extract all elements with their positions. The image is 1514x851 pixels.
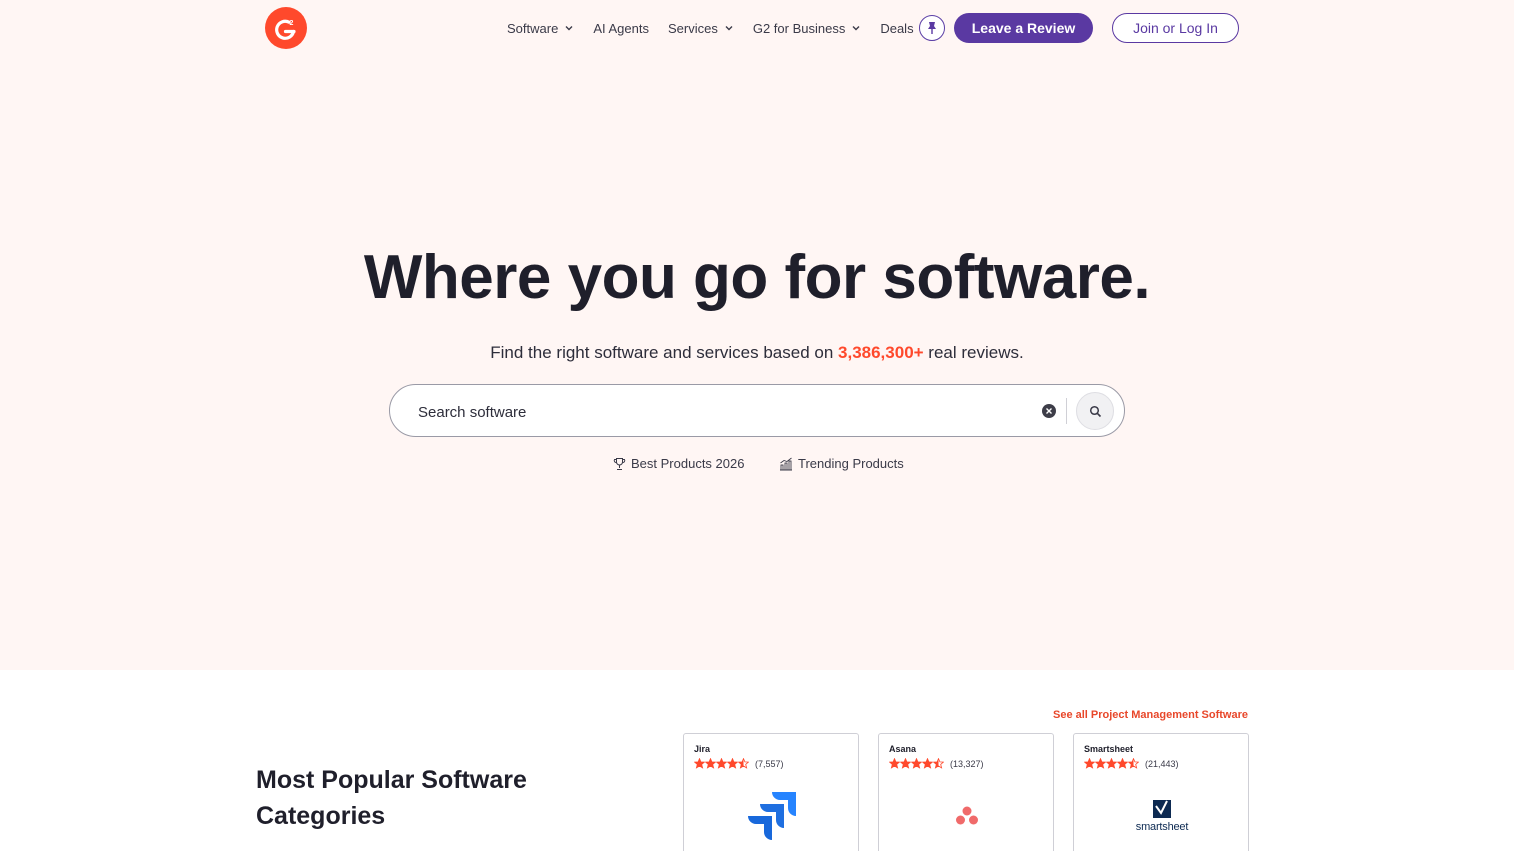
product-card-smartsheet[interactable]: Smartsheet (21,443) smartsheet: [1073, 733, 1249, 851]
search-icon: [1089, 405, 1101, 417]
product-rating: (7,557): [694, 758, 784, 769]
star-icon: [705, 758, 716, 769]
subline-suffix: real reviews.: [923, 343, 1024, 362]
product-rating: (13,327): [889, 758, 984, 769]
search-input[interactable]: [418, 401, 1018, 423]
product-name: Asana: [889, 744, 917, 754]
nav-deals[interactable]: Deals: [880, 21, 913, 36]
jira-logo-icon: [684, 786, 860, 846]
hero-section: [0, 0, 1514, 670]
review-count: (7,557): [755, 758, 784, 769]
star-icon: [911, 758, 922, 769]
review-count: (21,443): [1145, 758, 1179, 769]
star-icon: [1128, 758, 1139, 769]
smartsheet-logo-icon: smartsheet: [1074, 786, 1250, 846]
star-icon: [922, 758, 933, 769]
trending-products-link[interactable]: Trending Products: [779, 456, 904, 471]
nav-ai-agents[interactable]: AI Agents: [593, 21, 649, 36]
best-products-link[interactable]: Best Products 2026: [613, 456, 744, 471]
pushpin-icon: [928, 22, 936, 34]
clear-search-button[interactable]: [1042, 404, 1056, 418]
star-icon: [1117, 758, 1128, 769]
nav-services[interactable]: Services: [668, 21, 734, 36]
join-login-button[interactable]: Join or Log In: [1112, 13, 1239, 43]
g2-logo-icon[interactable]: 2: [265, 7, 307, 49]
chevron-down-icon: [852, 26, 860, 31]
close-icon: [1046, 408, 1052, 414]
search-bar: [389, 384, 1125, 437]
trending-chart-icon: [780, 457, 792, 470]
nav-g2-for-business-label: G2 for Business: [752, 20, 846, 36]
star-icon: [933, 758, 944, 769]
trending-products-label: Trending Products: [798, 456, 904, 471]
star-icon: [694, 758, 705, 769]
star-icon: [1084, 758, 1095, 769]
star-icon: [900, 758, 911, 769]
product-card-asana[interactable]: Asana (13,327): [878, 733, 1054, 851]
smartsheet-logo-text: smartsheet: [1135, 821, 1189, 833]
nav-services-label: Services: [667, 20, 718, 36]
trophy-icon: [613, 457, 626, 470]
leave-review-button[interactable]: Leave a Review: [954, 13, 1093, 43]
product-name: Jira: [694, 744, 711, 754]
star-rating: [1084, 758, 1139, 769]
nav-software[interactable]: Software: [507, 21, 574, 36]
nav-deals-label: Deals: [880, 20, 914, 36]
product-rating: (21,443): [1084, 758, 1179, 769]
nav-g2-for-business[interactable]: G2 for Business: [753, 21, 862, 36]
asana-logo-icon: [879, 786, 1055, 846]
review-count: 3,386,300+: [838, 343, 924, 362]
best-products-label: Best Products 2026: [631, 456, 745, 471]
star-rating: [889, 758, 944, 769]
main-nav: Software AI Agents Services G2 for Busin…: [507, 13, 933, 43]
nav-ai-agents-label: AI Agents: [593, 20, 649, 36]
star-icon: [727, 758, 738, 769]
pin-button[interactable]: [919, 15, 945, 41]
star-icon: [738, 758, 749, 769]
star-icon: [1106, 758, 1117, 769]
star-icon: [1095, 758, 1106, 769]
star-icon: [889, 758, 900, 769]
section-title: Most Popular Software Categories: [256, 766, 527, 830]
star-icon: [716, 758, 727, 769]
svg-text:2: 2: [290, 20, 294, 27]
product-card-jira[interactable]: Jira (7,557): [683, 733, 859, 851]
see-all-link[interactable]: See all Project Management Software: [1053, 709, 1248, 721]
search-button[interactable]: [1076, 392, 1114, 430]
subline-prefix: Find the right software and services bas…: [490, 343, 839, 362]
hero-subline: Find the right software and services bas…: [0, 343, 1514, 363]
chevron-down-icon: [725, 26, 733, 31]
nav-software-label: Software: [507, 20, 559, 36]
review-count: (13,327): [950, 758, 984, 769]
product-name: Smartsheet: [1084, 744, 1134, 754]
search-divider: [1066, 398, 1067, 424]
star-rating: [694, 758, 749, 769]
page-headline: Where you go for software.: [363, 243, 1151, 312]
chevron-down-icon: [565, 26, 573, 31]
